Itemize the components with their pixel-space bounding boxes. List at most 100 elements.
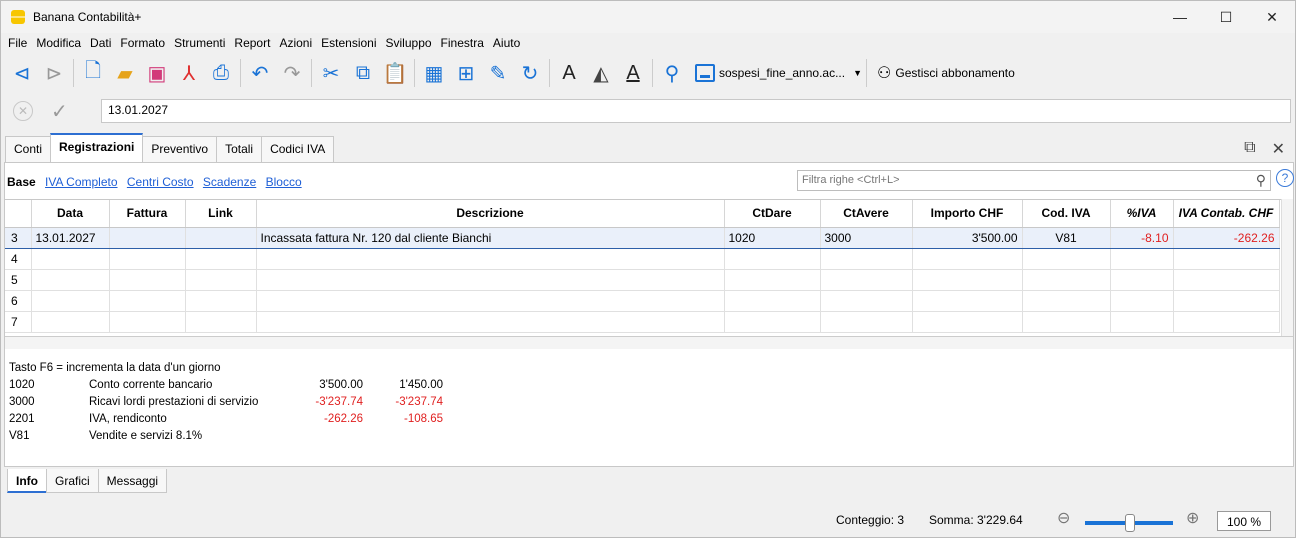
help-icon[interactable]: ? (1276, 169, 1294, 187)
view-iva-completo[interactable]: IVA Completo (45, 175, 117, 189)
menu-sviluppo[interactable]: Sviluppo (386, 36, 432, 50)
tab-grafici[interactable]: Grafici (46, 469, 99, 493)
zoom-out-icon[interactable]: ⊖ (1057, 508, 1070, 528)
tab-registrazioni[interactable]: Registrazioni (50, 133, 144, 162)
copy-icon[interactable]: ⧉ (350, 60, 376, 86)
user-icon: ⚇ (877, 65, 892, 82)
recalculate-icon[interactable]: ↻ (517, 60, 543, 86)
table-row[interactable]: 7 (5, 311, 1280, 333)
menu-report[interactable]: Report (234, 36, 270, 50)
col-header-descrizione[interactable]: Descrizione (256, 200, 725, 228)
col-header-data[interactable]: Data (31, 200, 110, 228)
cell-edit-row: ✕ ✓ 13.01.2027 (1, 93, 1295, 129)
table-row[interactable]: 6 (5, 290, 1280, 312)
confirm-edit-icon[interactable]: ✓ (51, 99, 68, 124)
zoom-in-icon[interactable]: ⊕ (1186, 508, 1199, 528)
paste-icon[interactable]: 📋 (382, 60, 408, 86)
close-icon[interactable]: ✕ (1249, 1, 1295, 33)
menu-azioni[interactable]: Azioni (279, 36, 312, 50)
cell-ctavere[interactable]: 3000 (820, 226, 913, 249)
app-window: Banana Contabilità+ — ☐ ✕ File Modifica … (0, 0, 1296, 538)
info-line: V81 Vendite e servizi 8.1% (9, 430, 203, 442)
table-header: Data Fattura Link Descrizione CtDare CtA… (5, 200, 1280, 228)
back-icon[interactable]: ⊲ (9, 60, 35, 86)
tab-messaggi[interactable]: Messaggi (97, 469, 168, 493)
cell-cod-iva[interactable]: V81 (1022, 226, 1111, 249)
tab-codici-iva[interactable]: Codici IVA (261, 136, 335, 162)
search-icon[interactable]: ⚲ (659, 60, 685, 86)
maximize-icon[interactable]: ☐ (1203, 1, 1249, 33)
col-header-cod-iva[interactable]: Cod. IVA (1022, 200, 1111, 228)
cancel-edit-icon[interactable]: ✕ (13, 101, 33, 121)
cell-perc-iva[interactable]: -8.10 (1110, 226, 1174, 249)
window-title: Banana Contabilità+ (33, 10, 142, 24)
cell-descrizione[interactable]: Incassata fattura Nr. 120 dal cliente Bi… (256, 226, 725, 249)
open-folder-icon[interactable]: ▰ (112, 60, 138, 86)
tab-preventivo[interactable]: Preventivo (142, 136, 218, 162)
pdf-icon[interactable]: ⅄ (176, 60, 202, 86)
cell-data[interactable]: 13.01.2027 (31, 226, 110, 249)
file-name: sospesi_fine_anno.ac... (719, 66, 846, 80)
menu-dati[interactable]: Dati (90, 36, 111, 50)
close-table-icon[interactable]: ✕ (1272, 139, 1285, 159)
col-header-perc-iva[interactable]: %IVA (1110, 200, 1174, 228)
col-header-fattura[interactable]: Fattura (109, 200, 186, 228)
view-blocco[interactable]: Blocco (266, 175, 302, 189)
cell-importo[interactable]: 3'500.00 (912, 226, 1023, 249)
row-number: 7 (5, 311, 32, 333)
undo-icon[interactable]: ↶ (247, 60, 273, 86)
minimize-icon[interactable]: — (1157, 1, 1203, 33)
font-icon[interactable]: A (556, 60, 582, 86)
cell-ctdare[interactable]: 1020 (724, 226, 821, 249)
insert-row-icon[interactable]: ⊞ (453, 60, 479, 86)
tab-conti[interactable]: Conti (5, 136, 52, 162)
view-centri-costo[interactable]: Centri Costo (127, 175, 194, 189)
col-header-importo[interactable]: Importo CHF (912, 200, 1023, 228)
view-selector: Base IVA Completo Centri Costo Scadenze … (7, 175, 308, 189)
cell-link[interactable] (185, 226, 257, 249)
col-header-link[interactable]: Link (185, 200, 257, 228)
redo-icon[interactable]: ↷ (279, 60, 305, 86)
file-selector[interactable]: sospesi_fine_anno.ac... ▼ (691, 59, 866, 87)
col-header-ctdare[interactable]: CtDare (724, 200, 821, 228)
text-color-icon[interactable]: A (620, 60, 646, 86)
table-row[interactable]: 3 13.01.2027 Incassata fattura Nr. 120 d… (5, 226, 1280, 249)
view-scadenze[interactable]: Scadenze (203, 175, 256, 189)
forward-icon[interactable]: ⊳ (41, 60, 67, 86)
tab-info[interactable]: Info (7, 469, 47, 493)
sum-label: Somma: 3'229.64 (929, 513, 1023, 527)
search-icon[interactable]: ⚲ (1256, 172, 1266, 189)
menu-file[interactable]: File (8, 36, 27, 50)
table-row[interactable]: 5 (5, 269, 1280, 291)
menu-estensioni[interactable]: Estensioni (321, 36, 376, 50)
col-header-iva-contab[interactable]: IVA Contab. CHF (1173, 200, 1280, 228)
menu-modifica[interactable]: Modifica (36, 36, 81, 50)
col-header-ctavere[interactable]: CtAvere (820, 200, 913, 228)
menu-strumenti[interactable]: Strumenti (174, 36, 225, 50)
add-row-icon[interactable]: ▦ (421, 60, 447, 86)
zoom-slider-handle[interactable] (1125, 514, 1135, 532)
menu-formato[interactable]: Formato (120, 36, 165, 50)
restore-window-icon[interactable]: ⧉ (1244, 139, 1255, 159)
horizontal-scrollbar[interactable] (5, 336, 1293, 349)
subscription-button[interactable]: ⚇ Gestisci abbonamento (873, 59, 1019, 87)
toolbar: ⊲ ⊳ 🗋 ▰ ▣ ⅄ ⎙ ↶ ↷ ✂ ⧉ 📋 ▦ ⊞ ✎ ↻ A ◭ A ⚲ … (1, 53, 1295, 93)
view-base[interactable]: Base (7, 175, 36, 189)
edit-icon[interactable]: ✎ (485, 60, 511, 86)
fill-color-icon[interactable]: ◭ (588, 60, 614, 86)
cell-iva-contab[interactable]: -262.26 (1173, 226, 1280, 249)
table-row[interactable]: 4 (5, 248, 1280, 270)
tab-totali[interactable]: Totali (216, 136, 263, 162)
cut-icon[interactable]: ✂ (318, 60, 344, 86)
cell-edit-input[interactable]: 13.01.2027 (101, 99, 1291, 123)
zoom-level[interactable]: 100 % (1217, 511, 1271, 531)
cell-fattura[interactable] (109, 226, 186, 249)
new-file-icon[interactable]: 🗋 (80, 60, 106, 86)
filter-input[interactable]: Filtra righe <Ctrl+L> ⚲ (797, 170, 1271, 191)
title-bar: Banana Contabilità+ — ☐ ✕ (1, 1, 1295, 33)
print-preview-icon[interactable]: ⎙ (208, 60, 234, 86)
menu-finestra[interactable]: Finestra (441, 36, 484, 50)
save-icon[interactable]: ▣ (144, 60, 170, 86)
vertical-scrollbar[interactable] (1281, 199, 1293, 336)
menu-aiuto[interactable]: Aiuto (493, 36, 520, 50)
